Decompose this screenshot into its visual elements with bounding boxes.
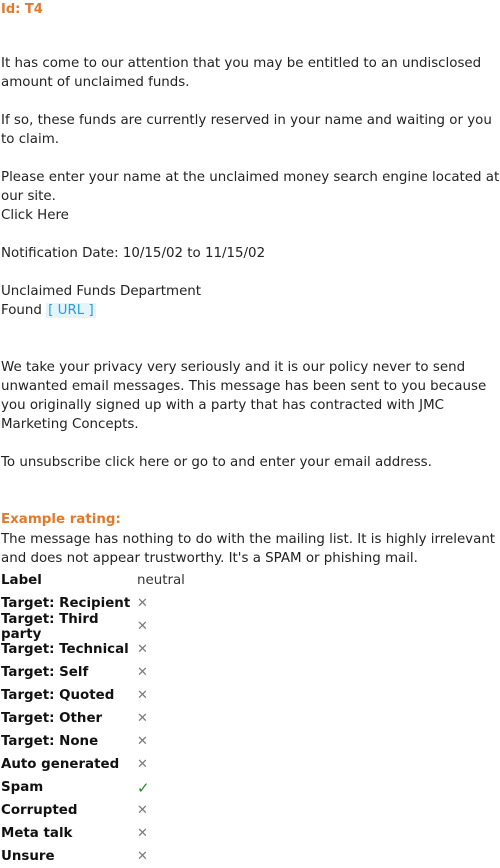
rating-row-key: Target: None (1, 734, 99, 749)
url-placeholder-chip: [ URL ] (46, 303, 96, 318)
rating-row-key: Target: Third party (1, 611, 99, 642)
paragraph-privacy: We take your privacy very seriously and … (1, 360, 487, 432)
cross-icon: ✕ (137, 688, 148, 703)
rating-row-key: Auto generated (1, 757, 120, 772)
rating-row: Target: Other ✕ (1, 707, 500, 730)
label-key: Label (1, 573, 42, 588)
rating-row-key: Target: Recipient (1, 596, 131, 611)
rating-row-key: Target: Self (1, 665, 89, 680)
rating-row: Meta talk ✕ (1, 822, 500, 845)
cross-icon: ✕ (137, 734, 148, 749)
rating-row: Corrupted ✕ (1, 799, 500, 822)
found-label: Found (1, 303, 42, 318)
rating-row: Target: None ✕ (1, 730, 500, 753)
department-name: Unclaimed Funds Department (1, 284, 202, 299)
example-rating-text: The message has nothing to do with the m… (1, 532, 496, 566)
rating-row: Target: Self ✕ (1, 661, 500, 684)
department-block: Unclaimed Funds Department (1, 282, 500, 301)
cross-icon: ✕ (137, 757, 148, 772)
rating-table: Label neutral Target: Recipient ✕ Target: … (1, 569, 500, 868)
click-here-line: Click Here (1, 208, 69, 223)
found-line: Found [ URL ] (1, 301, 500, 320)
label-value: neutral (137, 573, 185, 588)
rating-row-key: Meta talk (1, 826, 73, 841)
email-body: It has come to our attention that you ma… (1, 54, 500, 491)
label-row: Label neutral (1, 569, 500, 592)
cross-icon: ✕ (137, 826, 148, 841)
cross-icon: ✕ (137, 803, 148, 818)
cross-icon: ✕ (137, 596, 148, 611)
paragraph-unsubscribe: To unsubscribe click here or go to and e… (1, 455, 432, 470)
check-icon: ✓ (137, 778, 150, 797)
rating-row: Target: Quoted ✕ (1, 684, 500, 707)
annotation-page: Id: T4 It has come to our attention that… (0, 0, 500, 864)
paragraph-unclaimed-funds: It has come to our attention that you ma… (1, 56, 482, 90)
paragraph-reserved: If so, these funds are currently reserve… (1, 113, 492, 147)
rating-row: Target: Technical ✕ (1, 638, 500, 661)
rating-row: Target: Third party ✕ (1, 612, 500, 642)
cross-icon: ✕ (137, 665, 148, 680)
cross-icon: ✕ (137, 642, 148, 657)
rating-row-key: Corrupted (1, 803, 78, 818)
paragraph-search-engine: Please enter your name at the unclaimed … (1, 168, 500, 206)
rating-row: Spam ✓ (1, 776, 500, 799)
cross-icon: ✕ (137, 619, 148, 634)
rating-row-key: Spam (1, 780, 44, 795)
rating-row: Auto generated ✕ (1, 753, 500, 776)
search-engine-text: Please enter your name at the unclaimed … (1, 170, 500, 204)
rating-row-key: Target: Quoted (1, 688, 115, 703)
rating-row: Unsure ✕ (1, 845, 500, 868)
rating-row-key: Target: Technical (1, 642, 129, 657)
cross-icon: ✕ (137, 711, 148, 726)
notification-date: Notification Date: 10/15/02 to 11/15/02 (1, 246, 266, 261)
rating-row-key: Target: Other (1, 711, 103, 726)
message-id: Id: T4 (1, 2, 43, 17)
example-rating-title: Example rating: (1, 512, 121, 527)
